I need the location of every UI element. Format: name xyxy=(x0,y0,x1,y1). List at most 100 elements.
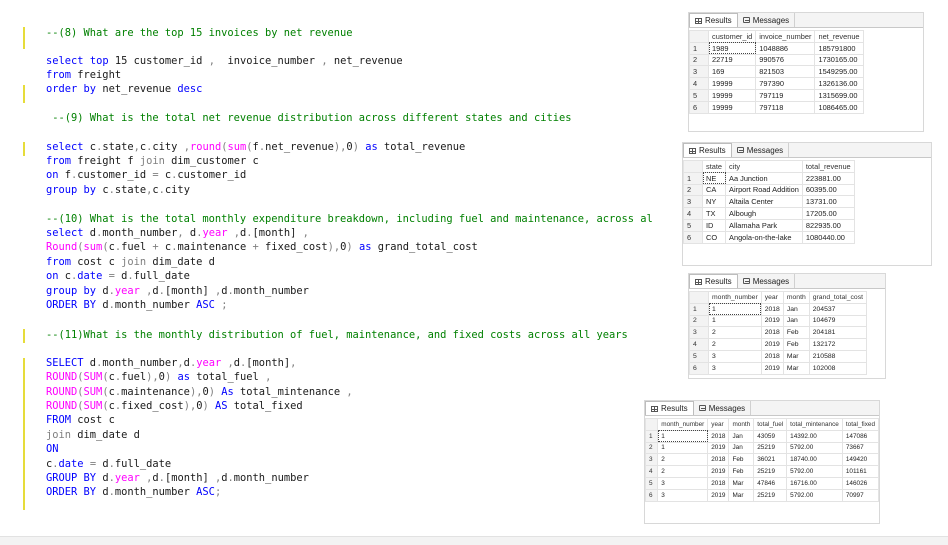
table-cell[interactable]: Feb xyxy=(728,465,755,478)
table-cell[interactable]: Feb xyxy=(782,326,810,340)
column-header[interactable]: month_number xyxy=(708,291,762,304)
table-cell[interactable]: 2018 xyxy=(707,453,730,467)
table-cell[interactable]: 19999 xyxy=(707,100,757,114)
column-header[interactable]: month xyxy=(728,418,755,431)
messages-tab[interactable]: Messages xyxy=(694,401,752,415)
table-cell[interactable]: 13731.00 xyxy=(801,195,855,209)
table-cell[interactable]: 1048886 xyxy=(755,41,816,55)
table-cell[interactable]: 1989 xyxy=(707,41,757,55)
table-cell[interactable]: 1 xyxy=(657,429,709,443)
table-cell[interactable]: 25219 xyxy=(753,488,788,502)
column-header[interactable]: grand_total_cost xyxy=(808,291,868,304)
table-cell[interactable]: NY xyxy=(701,195,727,209)
code-line[interactable]: on f.customer_id = c.customer_id xyxy=(46,168,246,182)
messages-tab[interactable]: Messages xyxy=(738,274,796,288)
table-cell[interactable]: CO xyxy=(701,230,727,244)
table-cell[interactable]: ID xyxy=(701,218,727,232)
table-cell[interactable]: 5792.00 xyxy=(786,441,843,455)
column-header[interactable]: year xyxy=(760,291,784,304)
column-header[interactable]: total_mintenance xyxy=(786,418,843,431)
table-cell[interactable]: 47846 xyxy=(753,476,788,490)
row-number-header[interactable] xyxy=(689,30,709,43)
table-cell[interactable]: 822935.00 xyxy=(801,218,855,232)
table-cell[interactable]: TX xyxy=(701,207,727,220)
results-tab[interactable]: Results xyxy=(683,143,732,157)
table-row[interactable]: 6 3 2019 Mar 102008 xyxy=(689,361,868,375)
table-cell[interactable]: 19999 xyxy=(707,77,757,90)
code-line[interactable]: --(8) What are the top 15 invoices by ne… xyxy=(46,26,353,40)
table-cell[interactable]: 185791800 xyxy=(814,41,864,55)
code-line[interactable]: SELECT d.month_number,d.year ,d.[month], xyxy=(46,356,296,370)
results-grid[interactable]: state city total_revenue 1 NE Aa Junction 2238… xyxy=(683,160,855,244)
table-cell[interactable]: 2019 xyxy=(760,314,784,328)
code-line[interactable]: from freight f join dim_customer c xyxy=(46,154,259,168)
table-cell[interactable]: 204181 xyxy=(808,326,868,340)
table-row[interactable]: 3 2 2018 Feb 204181 xyxy=(689,326,868,340)
table-cell[interactable]: 2 xyxy=(708,326,762,340)
table-cell[interactable]: Mar xyxy=(782,361,810,375)
table-cell[interactable]: 132172 xyxy=(808,338,868,351)
table-cell[interactable]: 3 xyxy=(657,476,709,490)
table-cell[interactable]: Jan xyxy=(782,314,810,328)
results-tab[interactable]: Results xyxy=(689,274,738,288)
table-cell[interactable]: 2019 xyxy=(707,488,730,502)
row-number-header[interactable] xyxy=(689,291,709,304)
table-cell[interactable]: 60395.00 xyxy=(801,183,855,197)
code-line[interactable]: --(11)What is the monthly distribution o… xyxy=(46,328,628,342)
row-number-header[interactable] xyxy=(683,160,703,173)
table-row[interactable]: 2 1 2019 Jan 104679 xyxy=(689,314,868,328)
code-line[interactable]: order by net_revenue desc xyxy=(46,82,202,96)
messages-tab[interactable]: Messages xyxy=(738,13,796,27)
table-cell[interactable]: 204537 xyxy=(808,302,868,316)
table-cell[interactable]: 2 xyxy=(657,465,709,478)
table-cell[interactable]: 102008 xyxy=(808,361,868,375)
table-row[interactable]: 1 NE Aa Junction 223881.00 xyxy=(683,171,855,185)
results-grid[interactable]: month_number year month total_fuel total_min… xyxy=(645,418,879,502)
column-header[interactable]: net_revenue xyxy=(814,30,864,43)
table-cell[interactable]: 797390 xyxy=(755,77,816,90)
table-cell[interactable]: 1 xyxy=(708,314,762,328)
table-cell[interactable]: 797118 xyxy=(755,100,816,114)
table-cell[interactable]: 2019 xyxy=(760,361,784,375)
table-cell[interactable]: Feb xyxy=(782,338,810,351)
table-cell[interactable]: 2018 xyxy=(707,429,730,443)
table-row[interactable]: 5 3 2018 Mar 47846 16716.00 146026 xyxy=(645,476,879,490)
code-line[interactable]: select top 15 customer_id , invoice_numb… xyxy=(46,54,403,68)
code-line[interactable]: ROUND(SUM(c.maintenance),0) As total_min… xyxy=(46,385,353,399)
table-cell[interactable]: 14392.00 xyxy=(786,429,843,443)
table-cell[interactable]: 223881.00 xyxy=(801,171,855,185)
table-cell[interactable]: 2 xyxy=(708,338,762,351)
results-grid[interactable]: customer_id invoice_number net_revenue 1 198… xyxy=(689,30,864,114)
code-line[interactable]: group by d.year ,d.[month] ,d.month_numb… xyxy=(46,284,309,298)
table-cell[interactable]: Jan xyxy=(782,302,810,316)
table-row[interactable]: 4 2 2019 Feb 132172 xyxy=(689,338,868,351)
table-cell[interactable]: 3 xyxy=(657,488,709,502)
code-line[interactable]: on c.date = d.full_date xyxy=(46,269,190,283)
table-cell[interactable]: 147086 xyxy=(841,429,879,443)
code-line[interactable]: ORDER BY d.month_number ASC ; xyxy=(46,298,227,312)
table-row[interactable]: 4 2 2019 Feb 25219 5792.00 101161 xyxy=(645,465,879,478)
table-cell[interactable]: NE xyxy=(701,171,727,185)
table-cell[interactable]: 1315699.00 xyxy=(814,88,864,102)
table-row[interactable]: 5 19999 797119 1315699.00 xyxy=(689,88,864,102)
code-line[interactable]: ON xyxy=(46,442,59,456)
column-header[interactable]: month_number xyxy=(657,418,709,431)
table-cell[interactable]: 1326136.00 xyxy=(814,77,864,90)
table-cell[interactable]: 43059 xyxy=(753,429,788,443)
table-row[interactable]: 6 CO Angola-on-the-lake 1080440.00 xyxy=(683,230,855,244)
column-header[interactable]: total_revenue xyxy=(801,160,855,173)
code-line[interactable]: join dim_date d xyxy=(46,428,140,442)
results-tab[interactable]: Results xyxy=(645,401,694,415)
table-cell[interactable]: Aa Junction xyxy=(725,171,803,185)
table-row[interactable]: 6 3 2019 Mar 25219 5792.00 70997 xyxy=(645,488,879,502)
table-row[interactable]: 6 19999 797118 1086465.00 xyxy=(689,100,864,114)
table-row[interactable]: 3 NY Altaila Center 13731.00 xyxy=(683,195,855,209)
table-cell[interactable]: Feb xyxy=(728,453,755,467)
table-row[interactable]: 2 22719 990576 1730165.00 xyxy=(689,53,864,67)
table-cell[interactable]: 3 xyxy=(708,349,762,363)
table-cell[interactable]: 19999 xyxy=(707,88,757,102)
row-number-header[interactable] xyxy=(645,418,659,431)
table-cell[interactable]: Mar xyxy=(728,476,755,490)
code-line[interactable]: from freight xyxy=(46,68,121,82)
table-cell[interactable]: 149420 xyxy=(841,453,879,467)
